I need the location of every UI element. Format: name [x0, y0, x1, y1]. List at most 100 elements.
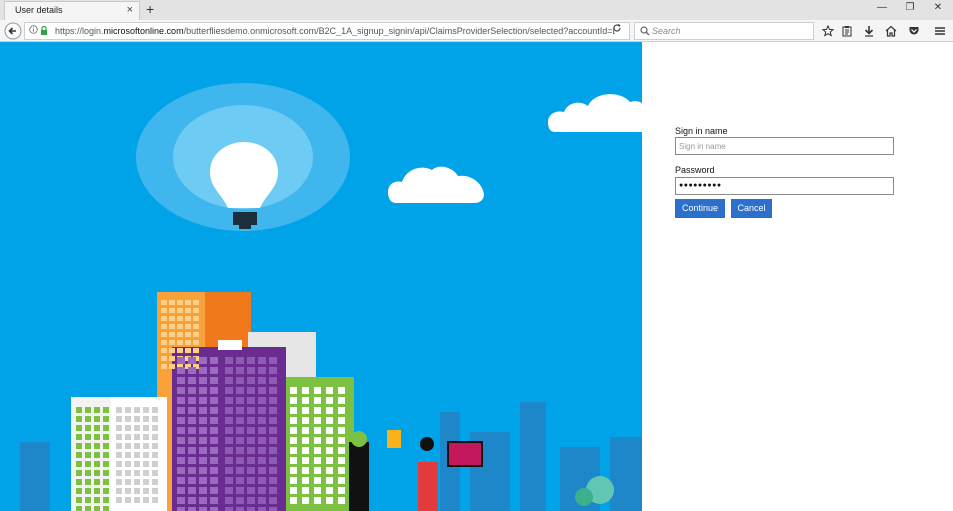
- building-window: [188, 477, 196, 484]
- search-placeholder: Search: [652, 26, 681, 36]
- building-window: [290, 497, 297, 504]
- building-window: [177, 467, 185, 474]
- building-window: [210, 437, 218, 444]
- home-icon[interactable]: [883, 23, 899, 39]
- building-window: [161, 356, 167, 361]
- building-window: [94, 470, 100, 476]
- building-window: [152, 407, 158, 413]
- building-window: [199, 487, 207, 494]
- back-arrow-icon[interactable]: [4, 22, 22, 40]
- building-window: [225, 427, 233, 434]
- building-window: [338, 477, 345, 484]
- building-window: [258, 367, 266, 374]
- continue-button[interactable]: Continue: [675, 199, 725, 218]
- building-window: [290, 487, 297, 494]
- building-window: [143, 479, 149, 485]
- building-window: [199, 417, 207, 424]
- building-window: [152, 461, 158, 467]
- password-input[interactable]: ●●●●●●●●●: [675, 177, 894, 195]
- cancel-button[interactable]: Cancel: [731, 199, 772, 218]
- tab-close-icon[interactable]: ×: [127, 4, 133, 16]
- reading-list-icon[interactable]: [839, 23, 855, 39]
- building-window: [236, 507, 244, 511]
- building-window: [177, 377, 185, 384]
- building-window: [326, 437, 333, 444]
- restore-icon[interactable]: ❐: [903, 2, 917, 13]
- building-window: [193, 340, 199, 345]
- minimize-icon[interactable]: —: [875, 2, 889, 13]
- building-window: [188, 447, 196, 454]
- building-window: [225, 467, 233, 474]
- building-window: [338, 407, 345, 414]
- building-window: [177, 487, 185, 494]
- building-window: [103, 470, 109, 476]
- url-bar[interactable]: https://login.microsoftonline.com/butter…: [24, 22, 630, 40]
- pocket-icon[interactable]: [906, 23, 922, 39]
- info-icon[interactable]: [29, 25, 38, 34]
- building-window: [314, 387, 321, 394]
- building-window: [199, 407, 207, 414]
- building-window: [134, 452, 140, 458]
- tab-user-details[interactable]: User details ×: [4, 1, 140, 20]
- url-text[interactable]: https://login.microsoftonline.com/butter…: [55, 26, 615, 36]
- building-window: [290, 387, 297, 394]
- building-window: [188, 407, 196, 414]
- building-window: [258, 447, 266, 454]
- building-window: [103, 461, 109, 467]
- building-window: [85, 470, 91, 476]
- building-window: [236, 357, 244, 364]
- building-window: [269, 437, 277, 444]
- building-window: [116, 488, 122, 494]
- building-window: [94, 425, 100, 431]
- download-icon[interactable]: [861, 23, 877, 39]
- building-window: [326, 427, 333, 434]
- building-window: [185, 340, 191, 345]
- building-window: [199, 397, 207, 404]
- menu-icon[interactable]: [932, 23, 948, 39]
- search-bar[interactable]: Search: [634, 22, 814, 40]
- building-window: [76, 488, 82, 494]
- close-window-icon[interactable]: ✕: [931, 2, 945, 13]
- building-window: [258, 397, 266, 404]
- new-tab-button[interactable]: +: [146, 1, 154, 17]
- building-window: [269, 397, 277, 404]
- signin-name-input[interactable]: [675, 137, 894, 155]
- building-window: [269, 447, 277, 454]
- building-window: [290, 457, 297, 464]
- building-window: [116, 452, 122, 458]
- building-window: [125, 461, 131, 467]
- building-window: [177, 348, 183, 353]
- building-window: [269, 487, 277, 494]
- building-window: [269, 387, 277, 394]
- building-window: [199, 477, 207, 484]
- building-window: [94, 434, 100, 440]
- url-prefix: https://login.: [55, 26, 104, 36]
- signin-name-label: Sign in name: [675, 126, 728, 136]
- city-illustration-graphic: [20, 83, 642, 511]
- building-window: [210, 457, 218, 464]
- building-window: [338, 467, 345, 474]
- building-window: [134, 407, 140, 413]
- building-window: [152, 497, 158, 503]
- building-window: [314, 407, 321, 414]
- building-window: [177, 340, 183, 345]
- building-window: [103, 506, 109, 511]
- building-window: [225, 437, 233, 444]
- building-window: [188, 467, 196, 474]
- building-window: [199, 357, 207, 364]
- building-window: [103, 497, 109, 503]
- building-window: [247, 477, 255, 484]
- search-icon: [640, 26, 650, 36]
- building-window: [125, 425, 131, 431]
- building-window: [85, 461, 91, 467]
- building-window: [143, 488, 149, 494]
- building-window: [134, 416, 140, 422]
- building-window: [76, 470, 82, 476]
- building-window: [247, 367, 255, 374]
- building-window: [258, 357, 266, 364]
- reload-icon[interactable]: [612, 23, 622, 33]
- star-icon[interactable]: [820, 23, 836, 39]
- building-window: [326, 487, 333, 494]
- building-window: [225, 477, 233, 484]
- building-window: [302, 407, 309, 414]
